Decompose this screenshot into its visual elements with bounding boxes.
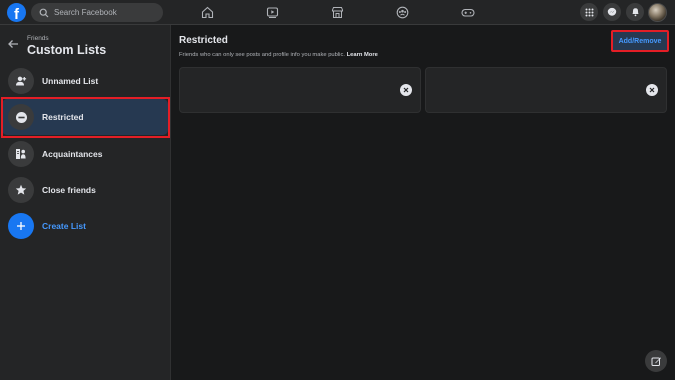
sidebar-item-label: Acquaintances bbox=[42, 149, 103, 159]
remove-close-icon[interactable] bbox=[646, 84, 658, 96]
search-placeholder: Search Facebook bbox=[54, 8, 117, 17]
page-title: Custom Lists bbox=[27, 43, 107, 57]
plus-icon bbox=[8, 213, 34, 239]
minus-circle-icon bbox=[8, 104, 34, 130]
remove-close-icon[interactable] bbox=[400, 84, 412, 96]
sidebar: Friends Custom Lists Unnamed List Restri… bbox=[0, 25, 171, 380]
list-title: Restricted bbox=[179, 35, 228, 46]
star-icon bbox=[8, 177, 34, 203]
list-description: Friends who can only see posts and profi… bbox=[179, 52, 378, 58]
restricted-friend-card[interactable] bbox=[425, 67, 667, 113]
learn-more-link[interactable]: Learn More bbox=[347, 52, 378, 58]
gaming-icon[interactable] bbox=[459, 4, 476, 21]
top-navigation-bar: f Search Facebook bbox=[0, 0, 675, 25]
restricted-friend-card[interactable] bbox=[179, 67, 421, 113]
create-list-button[interactable]: Create List bbox=[2, 208, 168, 244]
facebook-logo[interactable]: f bbox=[7, 3, 26, 22]
profile-avatar[interactable] bbox=[648, 3, 667, 22]
breadcrumb[interactable]: Friends bbox=[27, 35, 49, 42]
sidebar-item-unnamed-list[interactable]: Unnamed List bbox=[2, 63, 168, 99]
sidebar-item-label: Unnamed List bbox=[42, 76, 99, 86]
compose-edit-icon[interactable] bbox=[645, 350, 667, 372]
person-add-icon bbox=[8, 68, 34, 94]
person-board-icon bbox=[8, 141, 34, 167]
create-list-label: Create List bbox=[42, 221, 86, 231]
add-remove-button[interactable]: Add/Remove bbox=[611, 30, 669, 52]
home-icon[interactable] bbox=[199, 4, 216, 21]
marketplace-icon[interactable] bbox=[329, 4, 346, 21]
sidebar-item-close-friends[interactable]: Close friends bbox=[2, 172, 168, 208]
sidebar-item-restricted[interactable]: Restricted bbox=[2, 99, 168, 135]
sidebar-item-label: Close friends bbox=[42, 185, 96, 195]
menu-grid-icon[interactable] bbox=[580, 3, 598, 21]
sidebar-item-acquaintances[interactable]: Acquaintances bbox=[2, 136, 168, 172]
back-arrow-icon[interactable] bbox=[7, 39, 19, 49]
groups-icon[interactable] bbox=[394, 4, 411, 21]
search-icon bbox=[39, 8, 49, 17]
notifications-bell-icon[interactable] bbox=[626, 3, 644, 21]
sidebar-item-label: Restricted bbox=[42, 112, 84, 122]
watch-video-icon[interactable] bbox=[264, 4, 281, 21]
search-input[interactable]: Search Facebook bbox=[31, 3, 163, 22]
messenger-icon[interactable] bbox=[603, 3, 621, 21]
